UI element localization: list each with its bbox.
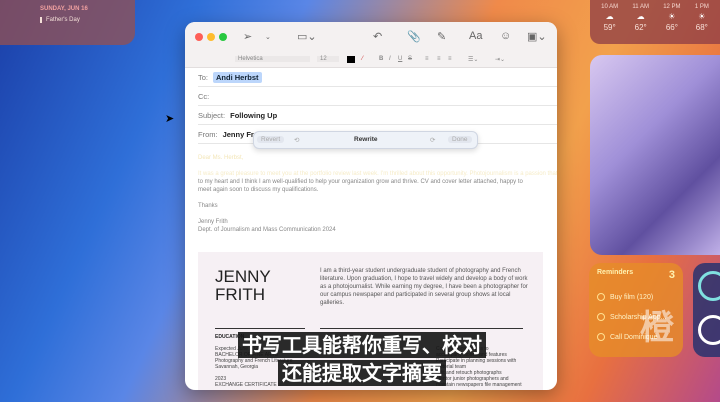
done-button[interactable]: Done <box>448 136 472 143</box>
list-icon[interactable]: ☰⌄ <box>468 56 478 63</box>
calendar-event: Father's Day <box>40 17 80 23</box>
zoom-button[interactable] <box>219 33 227 41</box>
background-color-icon[interactable]: ⁄ <box>362 56 363 62</box>
subject-field[interactable]: Subject: Following Up <box>198 106 557 125</box>
checkbox-circle-icon[interactable] <box>597 313 605 321</box>
reminders-count: 3 <box>668 269 675 281</box>
checkbox-circle-icon[interactable] <box>597 293 605 301</box>
indent-icon[interactable]: ⇥⌄ <box>495 56 505 63</box>
send-icon[interactable]: ➢ <box>243 30 252 43</box>
rewrite-title: Rewrite <box>354 136 378 143</box>
weather-hour: 1 PM ☀ 68° <box>694 4 709 32</box>
rewrite-bar: Revert ⟲ Rewrite ⟳ Done <box>253 131 478 149</box>
cc-field[interactable]: Cc: <box>198 87 557 106</box>
align-right-icon[interactable]: ≡ <box>448 56 452 62</box>
signature-name: Jenny Frith <box>198 219 228 225</box>
close-button[interactable] <box>195 33 203 41</box>
bold-icon[interactable]: B <box>379 56 383 62</box>
reply-icon[interactable]: ↶ <box>373 30 382 43</box>
divider <box>215 328 305 329</box>
italic-icon[interactable]: I <box>389 56 391 62</box>
laptop-battery-icon <box>698 271 720 301</box>
font-size-select[interactable]: 12 <box>317 56 339 62</box>
to-field[interactable]: To: Andi Herbst <box>198 68 557 87</box>
emoji-icon[interactable]: ☺ <box>500 30 511 42</box>
phone-battery-icon <box>698 315 720 345</box>
toolbar: ➢ ⌄ ▭⌄ ↶ 📎 ✎ Aa ☺ ▣⌄ <box>185 22 557 52</box>
watermark-logo: 橙 <box>640 308 674 348</box>
header-fields-icon[interactable]: ▭⌄ <box>297 30 317 43</box>
photo-widget[interactable] <box>590 55 720 255</box>
divider <box>320 328 523 329</box>
mouse-cursor-icon: ➤ <box>165 113 175 125</box>
minimize-button[interactable] <box>207 33 215 41</box>
strikethrough-icon[interactable]: S <box>408 56 412 62</box>
markup-icon[interactable]: ✎ <box>437 30 446 43</box>
partly-cloudy-icon: ☁ <box>605 12 614 21</box>
closing: Thanks <box>198 203 218 209</box>
subtitle-line-2: 还能提取文字摘要 <box>278 360 446 386</box>
align-center-icon[interactable]: ≡ <box>437 56 441 62</box>
weather-hour: 11 AM ☁ 62° <box>632 4 649 32</box>
resume-name: JENNY FRITH <box>215 267 271 304</box>
align-left-icon[interactable]: ≡ <box>425 56 429 62</box>
subtitle-line-1: 书写工具能帮你重写、校对 <box>238 332 486 358</box>
weather-hour: 12 PM ☀ 66° <box>663 4 681 32</box>
calendar-widget[interactable]: SUNDAY, JUN 16 Father's Day <box>0 0 135 45</box>
revert-button[interactable]: Revert <box>257 136 285 143</box>
resume-bio: I am a third-year student undergraduate … <box>320 268 528 306</box>
format-bar: Helvetica 12 ⁄ B I U S ≡ ≡ ≡ ☰⌄ ⇥⌄ <box>185 52 557 68</box>
weather-widget[interactable]: 10 AM ☁ 59° 11 AM ☁ 62° 12 PM ☀ 66° 1 PM ☀ 68° <box>590 0 720 44</box>
paragraph-highlighted: It was a great pleasure to meet you at t… <box>198 171 557 177</box>
chevron-down-icon[interactable]: ⌄ <box>265 33 271 41</box>
paragraph: to my heart and I think I am well-qualif… <box>198 179 523 193</box>
device-widget[interactable] <box>693 263 720 357</box>
text-color-swatch[interactable] <box>347 56 355 63</box>
calendar-date: SUNDAY, JUN 16 <box>40 6 88 12</box>
font-select[interactable]: Helvetica <box>235 56 310 62</box>
weather-hour: 10 AM ☁ 59° <box>601 4 619 32</box>
format-icon[interactable]: Aa <box>469 30 482 42</box>
message-body[interactable]: Dear Ms. Herbst, It was a great pleasure… <box>198 154 557 234</box>
greeting: Dear Ms. Herbst, <box>198 155 244 161</box>
partly-cloudy-icon: ☁ <box>636 12 645 21</box>
sun-icon: ☀ <box>668 12 676 21</box>
undo-icon[interactable]: ⟲ <box>294 136 299 144</box>
redo-icon[interactable]: ⟳ <box>430 136 435 144</box>
checkbox-circle-icon[interactable] <box>597 333 605 341</box>
photo-browser-icon[interactable]: ▣⌄ <box>527 30 547 43</box>
reminders-title: Reminders <box>597 269 634 276</box>
list-line: maintain newspapers file management <box>436 382 522 388</box>
underline-icon[interactable]: U <box>398 56 402 62</box>
recipient-token[interactable]: Andi Herbst <box>213 71 262 83</box>
signature-dept: Dept. of Journalism and Mass Communicati… <box>198 227 336 233</box>
sun-icon: ☀ <box>698 12 706 21</box>
attach-icon[interactable]: 📎 <box>407 30 421 43</box>
